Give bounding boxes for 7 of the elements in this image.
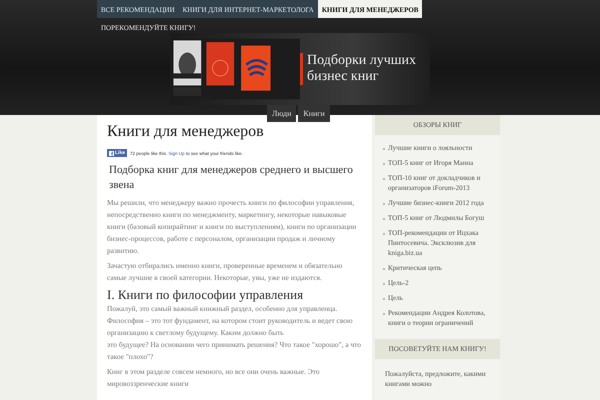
page-title: Книги для менеджеров — [107, 123, 265, 141]
subtitle: Подборка книг для менеджеров среднего и высшего звена — [109, 163, 354, 193]
subnav-link[interactable]: Книги — [298, 105, 330, 122]
subnav-link[interactable]: Люди — [267, 105, 296, 122]
banner-heading: Подборки лучших бизнес книг — [300, 52, 427, 86]
facebook-icon — [109, 150, 114, 156]
section-heading: I. Книги по философии управления — [107, 286, 304, 303]
